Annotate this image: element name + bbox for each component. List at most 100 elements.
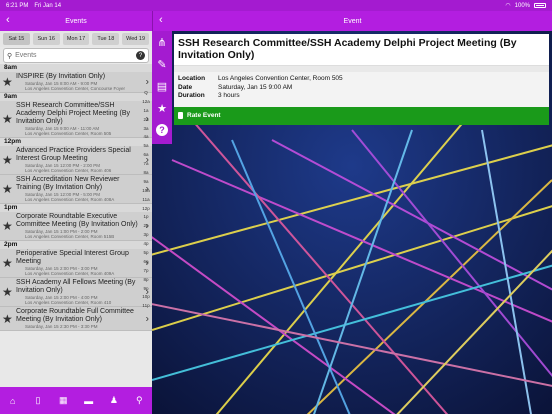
event-row-time: Saturday, Jan 15 2:30 PM - 3:30 PM xyxy=(25,324,98,329)
index-item[interactable]: 4a xyxy=(143,134,148,139)
index-item[interactable]: 10a xyxy=(142,188,150,193)
event-row-title: Perioperative Special Interest Group Mee… xyxy=(16,250,129,265)
index-item[interactable]: 11p xyxy=(142,303,149,308)
star-icon[interactable]: ★ xyxy=(2,312,13,326)
hour-header: 8am xyxy=(0,64,152,72)
location-row: Location Los Angeles Convention Center, … xyxy=(178,75,545,84)
index-item[interactable]: Q xyxy=(144,90,148,95)
grid-icon[interactable]: ▦ xyxy=(55,393,71,409)
events-pane: ‹ Events Sat 15 Sun 16 Mon 17 Tue 18 Wed… xyxy=(0,0,152,414)
status-date: Fri Jan 14 xyxy=(34,2,62,9)
event-row[interactable]: ★ INSPIRE (By Invitation Only) Saturday, J… xyxy=(0,72,152,93)
star-icon[interactable]: ★ xyxy=(2,182,13,196)
duration-row: Duration 3 hours xyxy=(178,92,545,101)
event-row-location: Los Angeles Convention Center, Concourse… xyxy=(25,86,126,91)
time-index[interactable]: Q 12a 1a 2a 3a 4a 5a 6a 7a 8a 9a 10a 11a 12p 1p 2p 3p 4p… xyxy=(141,90,151,308)
location-label: Location xyxy=(178,75,206,82)
day-tab[interactable]: Sat 15 xyxy=(3,33,30,45)
event-row-title: SSH Accreditation New Reviewer Training … xyxy=(16,176,120,191)
event-list[interactable]: 8am ★ INSPIRE (By Invitation Only) Saturday… xyxy=(0,64,152,387)
help-icon[interactable]: ? xyxy=(136,51,145,60)
star-icon[interactable]: ★ xyxy=(2,256,13,270)
duration-label: Duration xyxy=(178,92,205,99)
event-row[interactable]: ★ Advanced Practice Providers Special Int… xyxy=(0,146,152,175)
back-chevron-icon[interactable]: ‹ xyxy=(6,14,10,26)
star-icon[interactable]: ★ xyxy=(2,153,13,167)
index-item[interactable]: 9a xyxy=(143,179,148,184)
event-row[interactable]: ★ SSH Academy All Fellows Meeting (By Inv… xyxy=(0,278,152,307)
index-item[interactable]: 2a xyxy=(143,117,148,122)
home-icon[interactable]: ⌂ xyxy=(5,393,21,409)
event-row[interactable]: ★ Perioperative Special Interest Group Me… xyxy=(0,249,152,278)
wifi-icon: ◠ xyxy=(505,3,511,9)
index-item[interactable]: 12a xyxy=(142,99,150,104)
star-icon[interactable]: ★ xyxy=(2,75,13,89)
star-icon[interactable]: ★ xyxy=(2,285,13,299)
event-row-title: Corporate Roundtable Full Committee Meet… xyxy=(16,308,134,323)
clipboard-check-icon xyxy=(178,112,183,119)
rate-event-button[interactable]: Rate Event xyxy=(174,106,549,125)
index-item[interactable]: 8p xyxy=(143,277,148,282)
index-item[interactable]: 7a xyxy=(143,161,148,166)
help-button[interactable]: ? xyxy=(152,119,172,141)
index-item[interactable]: 8a xyxy=(143,170,148,175)
date-row: Date Saturday, Jan 15 9:00 AM xyxy=(178,84,545,93)
phone-icon[interactable]: ▯ xyxy=(30,393,46,409)
share-icon[interactable]: ⋔ xyxy=(152,31,172,53)
event-row-location: Los Angeles Convention Center, Room 406 xyxy=(25,168,112,173)
pencil-icon[interactable]: ✎ xyxy=(152,53,172,75)
event-row-title: SSH Research Committee/SSH Academy Delph… xyxy=(16,102,130,125)
chevron-right-icon: › xyxy=(145,313,149,324)
star-icon[interactable]: ★ xyxy=(2,219,13,233)
star-icon[interactable]: ★ xyxy=(2,112,13,126)
event-nav-title: Event xyxy=(343,17,362,25)
status-bar: 6:21 PM Fri Jan 14 ◠ 100% xyxy=(0,0,552,11)
index-item[interactable]: 6p xyxy=(143,259,148,264)
event-row-location: Los Angeles Convention Center, Room 409A xyxy=(25,271,115,276)
rate-event-label: Rate Event xyxy=(187,112,221,119)
index-item[interactable]: 1p xyxy=(143,214,148,219)
index-item[interactable]: 2p xyxy=(143,223,148,228)
index-item[interactable]: 5a xyxy=(143,143,148,148)
index-item[interactable]: 3p xyxy=(143,232,148,237)
person-icon[interactable]: ♟ xyxy=(106,393,122,409)
search-input[interactable] xyxy=(15,52,136,59)
day-tab[interactable]: Wed 19 xyxy=(122,33,149,45)
search-tab-icon[interactable]: ⚲ xyxy=(131,393,147,409)
day-tab[interactable]: Sun 16 xyxy=(32,33,60,45)
index-item[interactable]: 1a xyxy=(143,108,148,113)
event-row-location: Los Angeles Convention Center, Room 505 xyxy=(25,131,112,136)
event-row-location: Los Angeles Convention Center, Room 515B xyxy=(25,234,115,239)
hour-header: 9am xyxy=(0,93,152,101)
date-label: Date xyxy=(178,83,193,91)
event-row-title: INSPIRE (By Invitation Only) xyxy=(16,73,106,80)
event-nav-bar: ‹ Event xyxy=(152,11,552,31)
event-row[interactable]: ★ SSH Research Committee/SSH Academy Delp… xyxy=(0,101,152,138)
bus-icon[interactable]: ▬ xyxy=(81,393,97,409)
event-card: SSH Research Committee/SSH Academy Delph… xyxy=(174,34,549,125)
index-item[interactable]: 5p xyxy=(143,250,148,255)
index-item[interactable]: 10p xyxy=(142,294,150,299)
date-value: Saturday, Jan 15 9:00 AM xyxy=(218,83,293,91)
index-item[interactable]: 3a xyxy=(143,126,148,131)
index-item[interactable]: 7p xyxy=(143,268,148,273)
event-row[interactable]: ★ Corporate Roundtable Executive Committe… xyxy=(0,212,152,241)
event-row[interactable]: ★ SSH Accreditation New Reviewer Training… xyxy=(0,175,152,204)
tab-bar: ⌂ ▯ ▦ ▬ ♟ ⚲ xyxy=(0,387,152,414)
index-item[interactable]: 6a xyxy=(143,152,148,157)
location-value: Los Angeles Convention Center, Room 505 xyxy=(218,75,343,82)
back-chevron-icon[interactable]: ‹ xyxy=(159,14,163,26)
index-item[interactable]: 12p xyxy=(142,206,150,211)
index-item[interactable]: 11a xyxy=(142,197,149,202)
clipboard-icon[interactable]: ▤ xyxy=(152,75,172,97)
event-row[interactable]: ★ Corporate Roundtable Full Committee Mee… xyxy=(0,307,152,331)
event-actions-sidebar: ⋔ ✎ ▤ ★ ? xyxy=(152,31,172,144)
events-title: Events xyxy=(65,17,87,25)
day-tab[interactable]: Mon 17 xyxy=(62,33,90,45)
hour-header: 12pm xyxy=(0,138,152,146)
index-item[interactable]: 4p xyxy=(143,241,148,246)
day-selector: Sat 15 Sun 16 Mon 17 Tue 18 Wed 19 xyxy=(0,31,152,47)
star-icon[interactable]: ★ xyxy=(152,97,172,119)
day-tab[interactable]: Tue 18 xyxy=(92,33,120,45)
index-item[interactable]: 9p xyxy=(143,286,148,291)
